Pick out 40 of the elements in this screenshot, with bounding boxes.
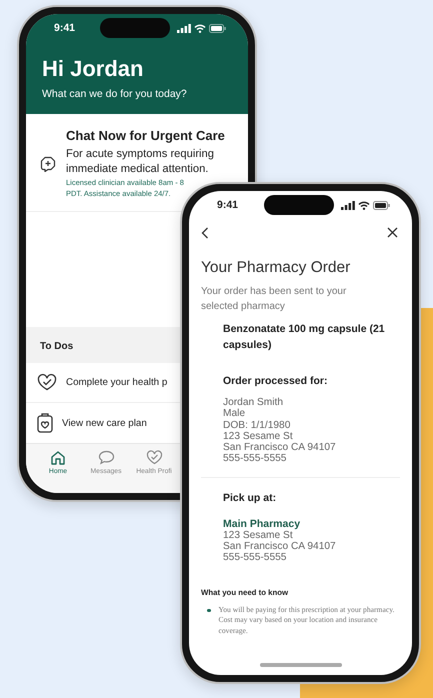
patient-detail: Jordan Smith bbox=[223, 397, 284, 408]
camera-notch bbox=[264, 195, 334, 215]
signal-icon bbox=[341, 200, 355, 210]
battery-icon bbox=[373, 200, 390, 210]
patient-detail: San Francisco CA 94107 bbox=[223, 442, 336, 454]
medical-chat-icon bbox=[40, 156, 56, 172]
status-time: 9:41 bbox=[217, 199, 240, 211]
home-icon bbox=[50, 450, 66, 465]
section-heading: Pick up at: bbox=[223, 492, 276, 504]
todo-item[interactable]: Complete your health p bbox=[66, 376, 168, 388]
pharmacy-detail: 123 Sesame St bbox=[223, 530, 293, 542]
signal-icon bbox=[177, 24, 191, 32]
heart-check-icon bbox=[146, 450, 162, 465]
pharmacy-detail: San Francisco CA 94107 bbox=[223, 541, 336, 552]
wifi-icon bbox=[194, 24, 206, 32]
battery-icon bbox=[209, 24, 226, 32]
greeting-subtitle: What can we do for you today? bbox=[42, 88, 187, 100]
patient-detail: 123 Sesame St bbox=[223, 430, 293, 442]
section-heading: Order processed for: bbox=[223, 375, 328, 387]
close-icon[interactable] bbox=[387, 227, 398, 238]
patient-detail: 555-555-5555 bbox=[223, 453, 286, 465]
status-time: 9:41 bbox=[54, 22, 76, 34]
heart-check-icon bbox=[37, 374, 57, 391]
medication-name: Benzonatate 100 mg capsule (21 capsules) bbox=[223, 322, 386, 353]
page-title: Your Pharmacy Order bbox=[201, 259, 350, 277]
page-subtitle: Your order has been sent to your selected pharmacy bbox=[201, 285, 348, 314]
section-title: To Dos bbox=[40, 340, 74, 352]
wifi-icon bbox=[358, 200, 370, 210]
back-icon[interactable] bbox=[201, 227, 209, 239]
card-description: For acute symptoms requiring immediate medical attention. bbox=[66, 147, 215, 177]
greeting: Hi Jordan bbox=[42, 56, 144, 82]
card-title[interactable]: Chat Now for Urgent Care bbox=[66, 128, 225, 143]
bullet-dot bbox=[207, 608, 210, 612]
patient-detail: Male bbox=[223, 408, 246, 420]
camera-notch bbox=[100, 18, 170, 38]
pharmacy-name: Main Pharmacy bbox=[223, 518, 300, 530]
todo-item[interactable]: View new care plan bbox=[62, 418, 147, 429]
patient-detail: DOB: 1/1/1980 bbox=[223, 420, 290, 431]
chat-bubble-icon bbox=[98, 450, 114, 465]
pharmacy-detail: 555-555-5555 bbox=[223, 552, 286, 564]
